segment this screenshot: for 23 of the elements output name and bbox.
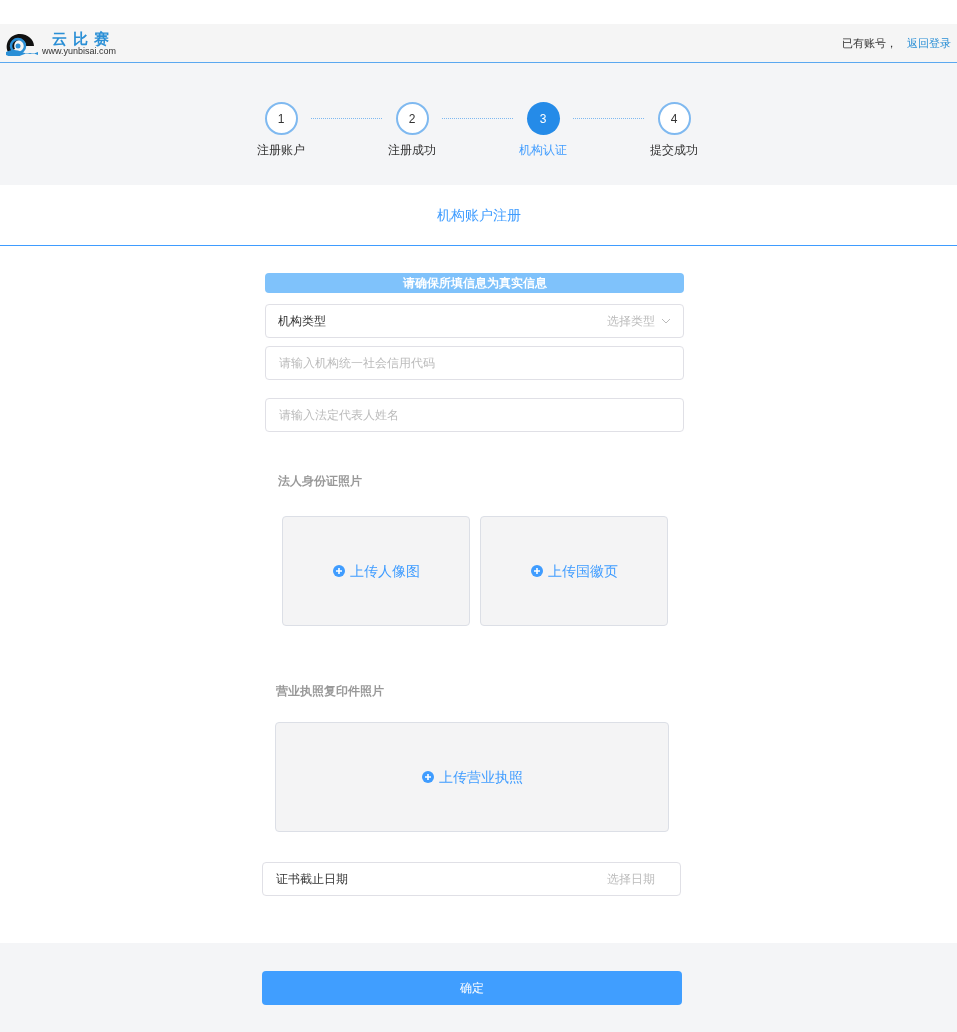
date-select[interactable]: 证书截止日期 选择日期	[262, 862, 681, 896]
section-label: 法人身份证照片	[278, 473, 363, 490]
step-label: 注册成功	[388, 142, 436, 159]
notice-banner: 请确保所填信息为真实信息	[265, 273, 684, 293]
upload-area[interactable]: 上传人像图	[282, 516, 470, 626]
submit-button[interactable]: 确定	[262, 971, 682, 1005]
step-label: 注册账户	[257, 142, 305, 159]
section-label: 营业执照复印件照片	[276, 683, 385, 700]
logo-name: 云比赛	[52, 30, 115, 46]
input-field[interactable]: 请输入法定代表人姓名	[265, 398, 684, 432]
login-link[interactable]: 返回登录	[907, 34, 951, 52]
account-prompt: 已有账号，	[842, 35, 897, 51]
step-label: 机构认证	[519, 142, 567, 159]
step-label: 提交成功	[650, 142, 698, 159]
plus-circle-icon	[421, 771, 434, 783]
upload-area[interactable]: 上传国徽页	[480, 516, 668, 626]
plus-circle-icon	[530, 565, 543, 577]
upload-area[interactable]: 上传营业执照	[275, 722, 669, 832]
form-title: 机构账户注册	[436, 205, 521, 225]
logo-url: www.yunbisai.com	[42, 46, 117, 56]
plus-circle-icon	[332, 565, 345, 577]
chevron-down-icon	[661, 318, 671, 324]
type-select[interactable]: 机构类型 选择类型	[265, 304, 684, 338]
